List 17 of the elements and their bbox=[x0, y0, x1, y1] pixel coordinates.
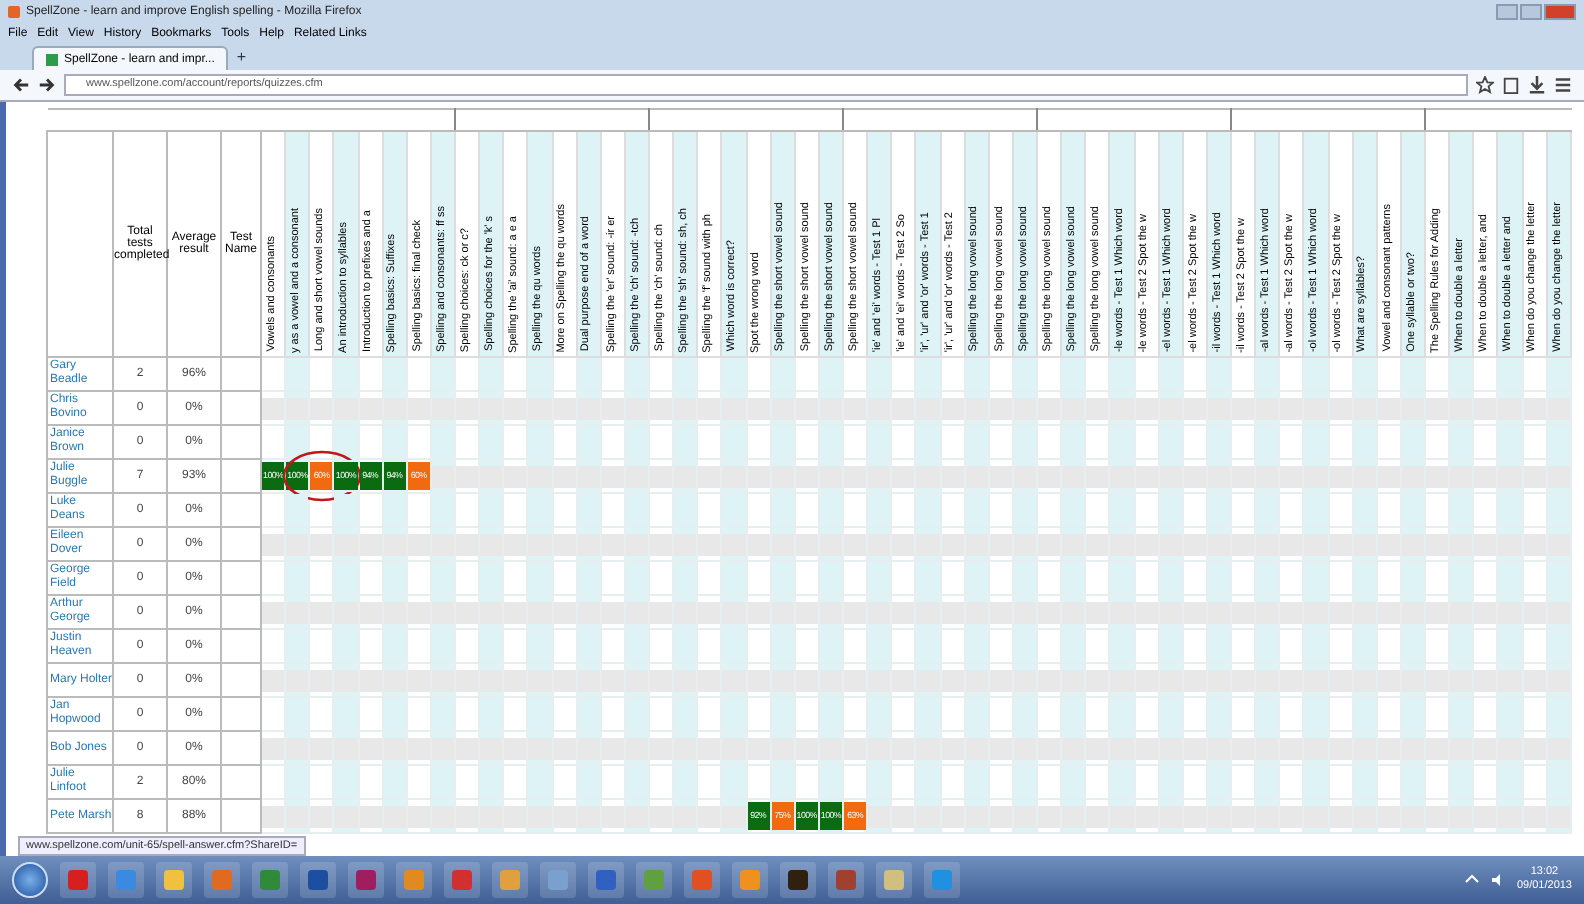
taskbar-app-icon[interactable] bbox=[780, 862, 816, 898]
minimize-button[interactable] bbox=[1496, 4, 1518, 20]
back-icon[interactable] bbox=[12, 76, 30, 94]
forward-icon[interactable] bbox=[38, 76, 56, 94]
menu-icon[interactable] bbox=[1554, 76, 1572, 94]
start-button[interactable] bbox=[12, 862, 48, 898]
download-icon[interactable] bbox=[1528, 76, 1546, 94]
taskbar-app-icon[interactable] bbox=[156, 862, 192, 898]
new-tab-button[interactable]: + bbox=[236, 48, 247, 66]
close-button[interactable] bbox=[1544, 4, 1576, 20]
star-icon[interactable] bbox=[1476, 76, 1494, 94]
clipboard-icon[interactable] bbox=[1502, 76, 1520, 94]
maximize-button[interactable] bbox=[1520, 4, 1542, 20]
taskbar-app-icon[interactable] bbox=[348, 862, 384, 898]
taskbar-app-icon[interactable] bbox=[300, 862, 336, 898]
favicon-icon bbox=[46, 53, 58, 65]
app-icon bbox=[8, 6, 20, 18]
